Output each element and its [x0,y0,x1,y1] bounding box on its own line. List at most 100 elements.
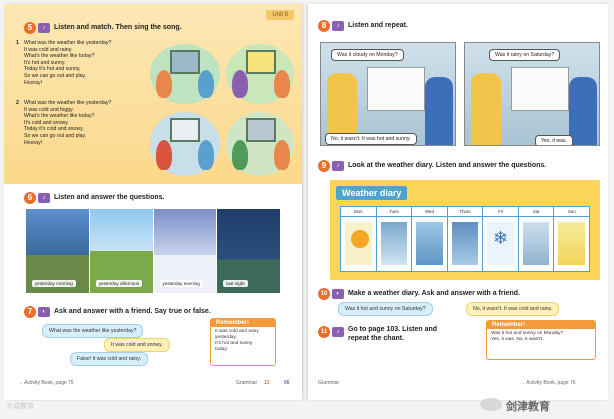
whiteboard [367,67,425,111]
day-name: Mon [341,207,376,217]
scene-a-illustration [150,44,220,104]
song-line: It's cold and snowy. [24,119,69,126]
song-line: Today it's cold and snowy, [24,126,84,133]
footer-section-number: 13 [264,380,270,386]
diary-day-mon: Mon [341,207,377,271]
exercise-number-6: 6 [24,192,36,204]
exercise-8-instruction: Listen and repeat. [348,22,408,29]
child-figure [274,70,290,98]
diary-day-fri: Fri ❄ [483,207,519,271]
student-figure [471,73,501,145]
exercise-11-instruction-line-1: Go to page 103. Listen and [348,326,438,333]
listen-icon: ♪ [332,161,344,171]
photo-label: yesterday evening [159,279,203,287]
song-line: Hooray! [24,79,43,86]
listen-icon: ♪ [38,193,50,203]
diary-day-sun: Sun [554,207,590,271]
remember-line: Yes, it was. No, it wasn't. [491,337,544,342]
song-verse-1: 1 What was the weather like yesterday? I… [16,40,142,86]
child-figure [156,140,172,170]
activity-book-reference: → Activity Book, page 76 [520,380,576,386]
day-name: Thurs [447,207,483,217]
photo-label: yesterday morning [32,279,76,287]
speak-icon: ◐ [332,289,344,299]
song-line: Hooray! [24,139,43,146]
student-figure [425,77,453,145]
activity-book-reference: → Activity Book, page 75 [18,380,74,386]
verse-number: 1 [16,40,19,46]
exercise-number-7: 7 [24,306,36,318]
listen-icon: ♪ [38,23,50,33]
child-figure [232,140,248,170]
scene-d-illustration [226,112,294,176]
exercise-11-instruction-line-2: repeat the chant. [348,335,405,342]
child-figure [198,140,214,170]
classroom-photo-2: Was it rainy on Saturday? Yes, it was. [464,42,600,146]
song-line: It was cold and foggy. [24,106,74,113]
footer-grammar-label: Grammar [318,380,340,386]
speech-bubble-question: Was it hot and sunny on Saturday? [338,302,433,316]
day-name: Wed [412,207,447,217]
exercise-10-instruction: Make a weather diary. Ask and answer wit… [348,290,520,297]
speech-bubble-correction: False! It was cold and rainy. [70,352,148,366]
scene-b-illustration [226,44,294,104]
scene-c-illustration [150,112,220,176]
speak-icon: ◐ [38,307,50,317]
exercise-6-instruction: Listen and answer the questions. [54,194,165,201]
whiteboard [511,67,569,111]
photo-yesterday-afternoon: yesterday afternoon [89,209,154,293]
weather-diary: Weather diary Mon Tues Wed Thurs Fri ❄ S… [330,180,600,280]
photo-label: yesterday afternoon [95,279,143,287]
window-foggy [246,118,276,142]
song-verse-2: 2 What was the weather like yesterday? I… [16,100,142,146]
photo-last-night: last night [217,209,280,293]
speech-answer-2: Yes, it was. [535,135,574,145]
day-name: Tues [376,207,412,217]
exercise-number-9: 9 [318,160,330,172]
footer-grammar-label: Grammar [236,380,258,386]
exercise-number-5: 5 [24,22,36,34]
exercise-5-instruction: Listen and match. Then sing the song. [54,24,182,31]
day-name: Sun [554,207,590,217]
song-line: What's the weather like today? [24,53,95,60]
remember-title: Remember! [487,321,595,329]
watermark-right: 剑津教育 [506,401,550,413]
classroom-photo-1: Was it cloudy on Monday? No, it wasn't. … [320,42,456,146]
diary-day-wed: Wed [412,207,448,271]
listen-icon: ♪ [332,327,344,337]
exercise-number-8: 8 [318,20,330,32]
sun-icon [351,230,369,248]
right-page: 8 ♪ Listen and repeat. Was it cloudy on … [308,4,608,400]
song-line: Today it's hot and sunny, [24,66,81,73]
weather-diary-grid: Mon Tues Wed Thurs Fri ❄ Sat Sun [340,206,590,272]
song-line: It's hot and sunny. [24,59,66,66]
listen-icon: ♪ [332,21,344,31]
song-line: What was the weather like yesterday? [24,40,112,46]
song-line: So we can go out and play. [24,132,87,139]
song-line: What's the weather like today? [24,113,95,120]
window-rainy [170,50,200,74]
exercise-number-10: 10 [318,288,330,300]
remember-box: Remember! It was cold and rainy yesterda… [210,318,276,366]
exercise-number-11: 11 [318,326,330,338]
photo-yesterday-evening: yesterday evening [153,209,218,293]
speech-bubble-answer: No, it wasn't. It was cold and rainy. [466,302,560,316]
child-figure [232,70,248,98]
windy-icon [416,222,443,265]
exercise-9-instruction: Look at the weather diary. Listen and an… [348,162,547,169]
photo-yesterday-morning: yesterday morning [26,209,90,293]
student-figure [569,77,597,145]
child-figure [156,70,172,98]
speech-question-2: Was it rainy on Saturday? [489,49,561,61]
cloudy-icon [380,222,408,265]
speech-question-1: Was it cloudy on Monday? [331,49,404,61]
child-figure [274,140,290,170]
song-line: It was cold and rainy. [24,46,73,53]
speech-answer-1: No, it wasn't. It was hot and sunny. [325,133,417,145]
textbook-spread: Unit 8 5 ♪ Listen and match. Then sing t… [0,0,614,419]
wechat-icon [480,398,502,411]
diary-day-thurs: Thurs [447,207,484,271]
song-line: So we can go out and play. [24,72,87,79]
day-name: Sat [518,207,554,217]
day-name: Fri [483,207,518,217]
